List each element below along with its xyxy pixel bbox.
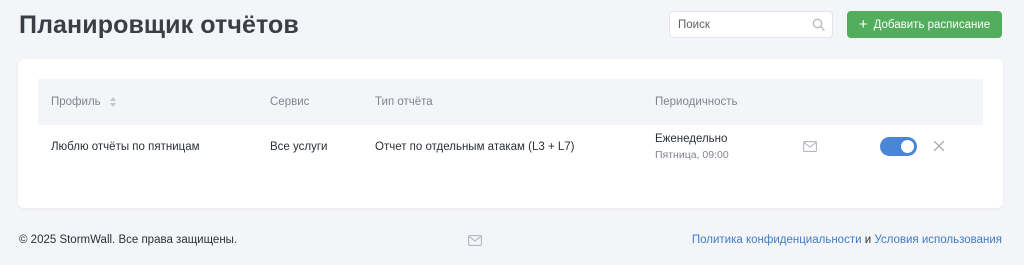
cell-service: Все услуги — [270, 141, 328, 153]
cell-periodicity: Еженедельно — [655, 133, 728, 145]
footer-links: Политика конфиденциальности и Условия ис… — [692, 234, 1002, 246]
column-header-service: Сервис — [270, 96, 310, 108]
footer-mail-icon[interactable] — [468, 235, 482, 246]
schedules-card: Профиль Сервис Тип отчёта Периодичность … — [18, 59, 1003, 208]
search-icon[interactable] — [812, 18, 825, 31]
cell-schedule-time: Пятница, 09:00 — [655, 149, 729, 161]
column-header-periodicity: Периодичность — [655, 96, 738, 108]
mail-icon[interactable] — [803, 141, 817, 152]
sort-icon[interactable] — [109, 96, 116, 107]
cell-profile: Люблю отчёты по пятницам — [51, 141, 200, 153]
column-header-report-type: Тип отчёта — [375, 96, 433, 108]
toggle-knob — [901, 140, 914, 153]
footer-and-text: и — [864, 234, 872, 246]
cell-report-type: Отчет по отдельным атакам (L3 + L7) — [375, 141, 575, 153]
schedule-enabled-toggle[interactable] — [880, 137, 917, 156]
add-schedule-button[interactable]: + Добавить расписание — [847, 11, 1002, 38]
search-input[interactable] — [670, 12, 800, 37]
column-header-profile[interactable]: Профиль — [51, 79, 116, 125]
search-box[interactable] — [669, 11, 833, 38]
privacy-policy-link[interactable]: Политика конфиденциальности — [692, 234, 862, 246]
column-header-profile-label: Профиль — [51, 96, 101, 108]
terms-of-use-link[interactable]: Условия использования — [874, 234, 1002, 246]
table-header: Профиль Сервис Тип отчёта Периодичность — [38, 79, 983, 125]
table-row: Люблю отчёты по пятницам Все услуги Отче… — [38, 125, 983, 169]
page-title: Планировщик отчётов — [19, 11, 299, 39]
delete-icon[interactable] — [933, 140, 945, 152]
footer-copyright: © 2025 StormWall. Все права защищены. — [19, 234, 238, 246]
plus-icon: + — [858, 16, 868, 33]
add-schedule-label: Добавить расписание — [873, 18, 991, 31]
